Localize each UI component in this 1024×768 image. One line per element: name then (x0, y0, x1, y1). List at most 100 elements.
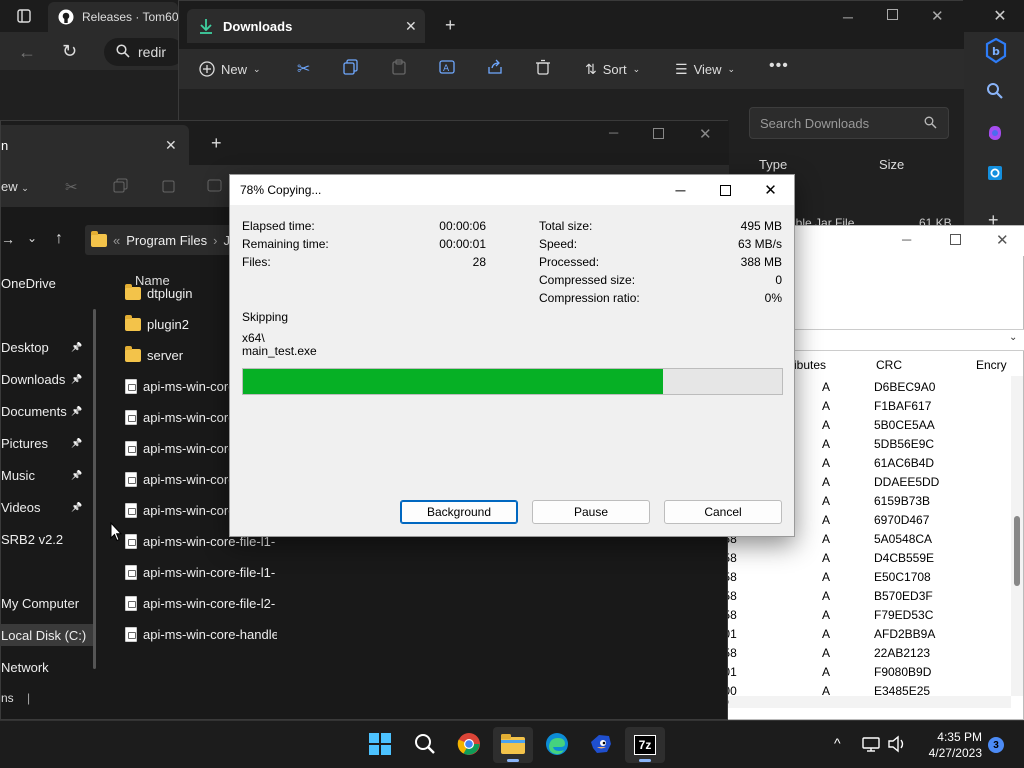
delete-icon[interactable] (535, 59, 551, 75)
column-header-size[interactable]: Size (879, 151, 904, 177)
minimize-icon[interactable]: ─ (843, 9, 853, 25)
new-button[interactable]: New ⌄ (199, 57, 261, 81)
browser-close-icon[interactable]: ✕ (992, 8, 1008, 25)
file-list-item[interactable]: api-ms-win-core (125, 375, 235, 397)
file-list-item[interactable]: api-ms-win-core (125, 406, 235, 428)
close-window-icon[interactable]: ✕ (699, 125, 712, 143)
nav-item[interactable]: Network (1, 656, 95, 678)
minimize-icon[interactable]: ─ (658, 175, 703, 205)
maximize-icon[interactable] (950, 234, 961, 245)
search-icon[interactable] (986, 82, 1004, 100)
current-directory: x64\ (242, 331, 265, 345)
file-list-item[interactable]: api-ms-win-core-handle (125, 623, 277, 645)
nav-item[interactable]: Videos 📌 (1, 496, 95, 518)
system-clock[interactable]: 4:35 PM 4/27/2023 (912, 729, 982, 761)
file-list-item[interactable]: api-ms-win-core (125, 499, 235, 521)
volume-icon[interactable] (887, 735, 907, 753)
paste-icon[interactable] (391, 59, 407, 75)
tab-actions-icon[interactable] (16, 8, 32, 24)
paste-icon[interactable] (161, 178, 176, 193)
maximize-icon[interactable] (703, 175, 748, 205)
file-list-item[interactable]: api-ms-win-core (125, 468, 235, 490)
column-header-encrypted[interactable]: Encry (976, 354, 1007, 376)
downloads-search-input[interactable]: Search Downloads (749, 107, 949, 139)
bing-icon[interactable]: b (984, 38, 1008, 64)
nav-item[interactable]: Documents 📌 (1, 400, 95, 422)
rename-icon[interactable]: A (439, 59, 455, 75)
copilot-icon[interactable] (986, 124, 1004, 142)
rename-icon[interactable] (207, 178, 222, 193)
minimize-icon[interactable]: ─ (609, 125, 618, 140)
file-list-item[interactable]: plugin2 (125, 313, 189, 335)
vertical-scrollbar[interactable] (1011, 376, 1023, 696)
column-header-crc[interactable]: CRC (876, 354, 902, 376)
edge-taskbar-button[interactable] (537, 727, 577, 763)
breadcrumb[interactable]: « Program Files › Ja (85, 225, 245, 255)
breadcrumb-program-files[interactable]: Program Files (126, 233, 207, 248)
nav-item[interactable]: Pictures 📌 (1, 432, 95, 454)
chevron-down-icon[interactable]: ⌄ (1009, 332, 1017, 343)
sort-button[interactable]: ⇅ Sort ⌄ (585, 57, 640, 81)
attr-cell: A (822, 380, 831, 394)
background-button[interactable]: Background (400, 500, 518, 524)
forward-arrow-icon[interactable]: → (1, 231, 15, 247)
file-list-item[interactable]: server (125, 344, 183, 366)
file-list-item[interactable]: dtplugin (125, 282, 193, 304)
nav-item[interactable]: Downloads 📌 (1, 368, 95, 390)
view-button[interactable]: ☰ View ⌄ (675, 57, 735, 81)
file-explorer-taskbar-button[interactable] (493, 727, 533, 763)
new-tab-icon[interactable]: + (211, 133, 222, 154)
downloads-tab[interactable]: Downloads ✕ (187, 9, 425, 43)
close-window-icon[interactable]: ✕ (996, 231, 1009, 249)
close-tab-icon[interactable]: ✕ (165, 137, 177, 154)
back-arrow-icon[interactable]: ← (18, 42, 36, 63)
column-header-attributes[interactable]: ributes (790, 354, 826, 376)
nav-scrollbar[interactable] (93, 309, 96, 669)
cut-icon[interactable]: ✂ (65, 178, 78, 196)
nav-item[interactable]: My Computer (1, 592, 95, 614)
start-button[interactable] (360, 727, 400, 763)
share-icon[interactable] (487, 59, 503, 75)
file-list-item[interactable]: api-ms-win-core-file-l2- (125, 592, 275, 614)
copy-icon[interactable] (343, 59, 359, 75)
attr-cell: A (822, 570, 831, 584)
nav-item[interactable]: Desktop 📌 (1, 336, 95, 358)
outlook-icon[interactable] (986, 164, 1004, 182)
minimize-icon[interactable]: ─ (902, 232, 911, 247)
7zip-taskbar-button[interactable]: 7z (625, 727, 665, 763)
file-name: api-ms-win-core (143, 471, 236, 487)
scrollbar-thumb[interactable] (1014, 516, 1020, 586)
file-list-item[interactable]: api-ms-win-core (125, 437, 235, 459)
nav-item[interactable]: Local Disk (C:) (1, 624, 95, 646)
nav-item[interactable]: SRB2 v2.2 (1, 528, 95, 550)
pause-button[interactable]: Pause (532, 500, 650, 524)
cancel-button[interactable]: Cancel (664, 500, 782, 524)
search-button[interactable] (405, 727, 445, 763)
cut-icon[interactable]: ✂ (297, 59, 310, 79)
view-button[interactable]: ew ⌄ (1, 179, 29, 194)
sonic-robo-blast-taskbar-button[interactable] (581, 727, 621, 763)
close-window-icon[interactable]: ✕ (931, 7, 944, 25)
nav-item[interactable]: OneDrive (1, 272, 95, 294)
network-icon[interactable] (862, 735, 880, 753)
close-tab-icon[interactable]: ✕ (405, 18, 417, 35)
maximize-icon[interactable] (653, 128, 664, 139)
new-tab-icon[interactable]: + (445, 15, 456, 36)
refresh-icon[interactable]: ↻ (62, 41, 77, 62)
copy-icon[interactable] (113, 178, 128, 193)
browser-address-bar[interactable]: redir (104, 38, 184, 66)
browser-tab[interactable]: Releases · Tom60c (48, 2, 178, 32)
windows-logo-icon (369, 732, 391, 758)
notification-badge[interactable]: 3 (988, 737, 1004, 753)
show-hidden-icons-chevron-icon[interactable]: ^ (834, 735, 841, 751)
up-arrow-icon[interactable]: ↑ (55, 230, 63, 248)
crc-cell: 22AB2123 (874, 646, 931, 660)
program-files-tab[interactable]: n ✕ (1, 125, 189, 165)
more-options-icon[interactable]: ••• (769, 57, 789, 75)
maximize-icon[interactable] (887, 9, 898, 20)
recent-chevron-icon[interactable]: ⌄ (27, 231, 37, 245)
file-list-item[interactable]: api-ms-win-core-file-l1- (125, 561, 275, 583)
nav-item[interactable]: Music 📌 (1, 464, 95, 486)
close-icon[interactable]: ✕ (748, 175, 793, 205)
chrome-taskbar-button[interactable] (449, 727, 489, 763)
